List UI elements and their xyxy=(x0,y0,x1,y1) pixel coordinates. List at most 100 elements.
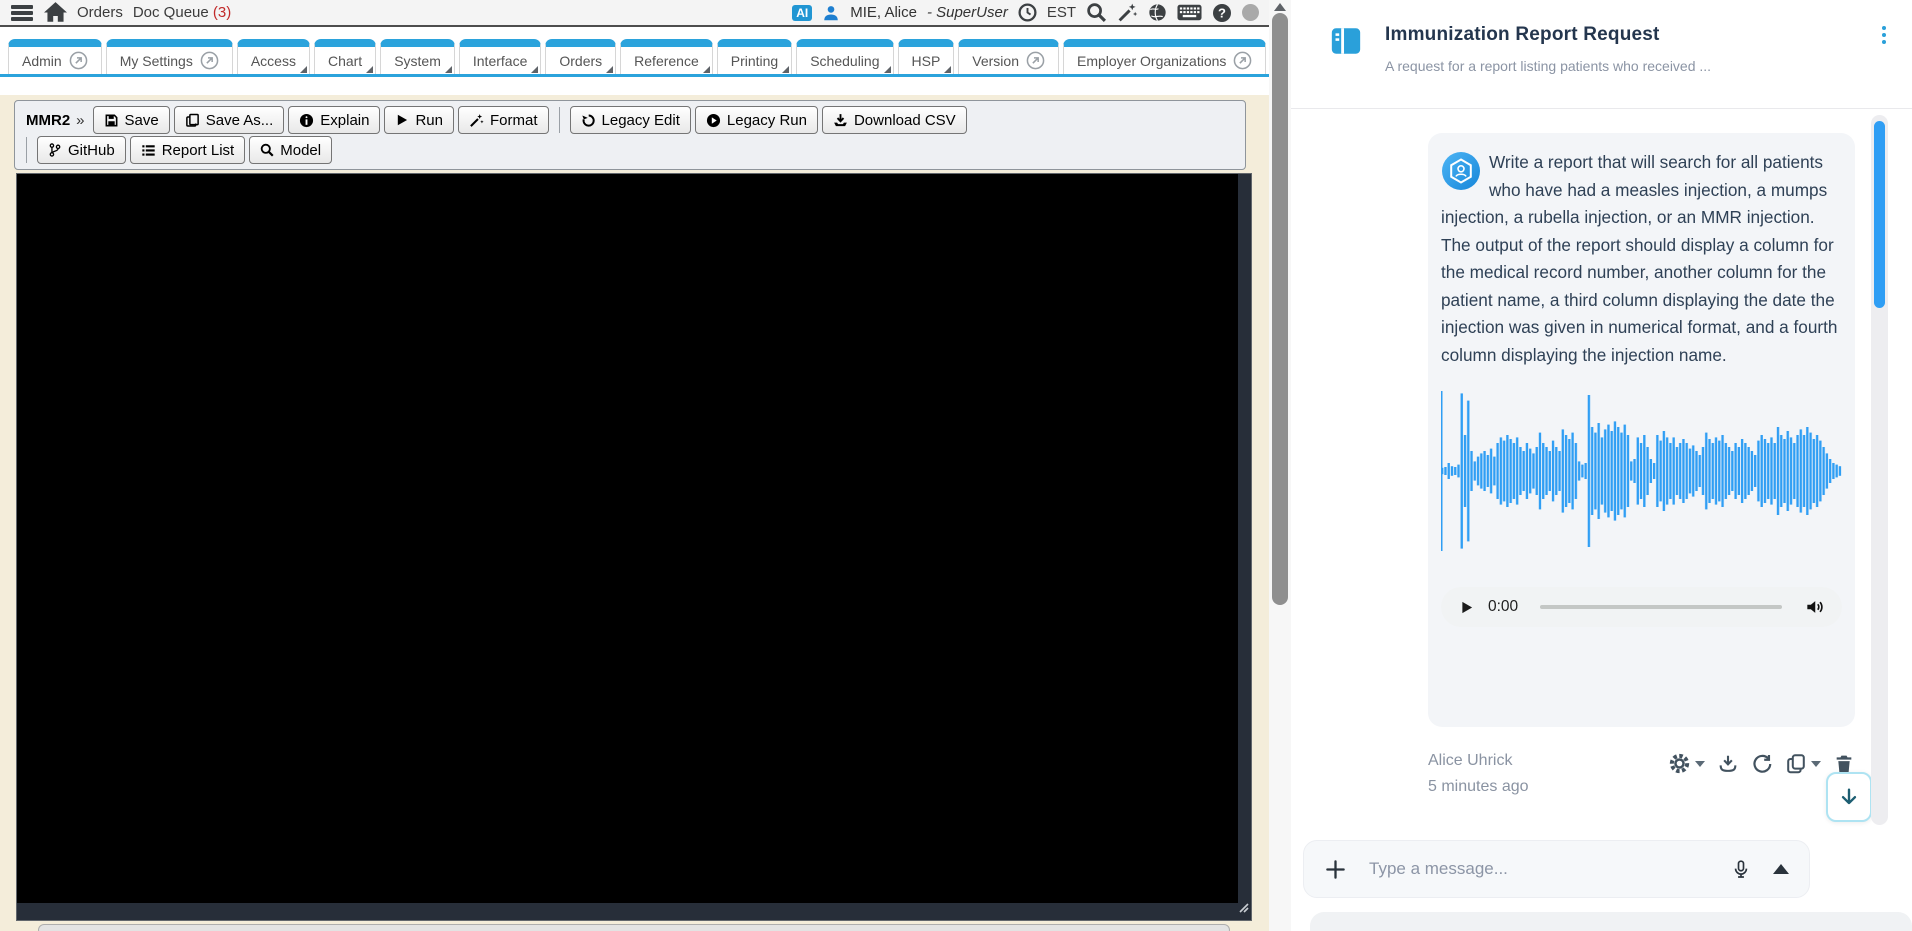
orders-link[interactable]: Orders xyxy=(77,4,123,21)
external-link-icon[interactable] xyxy=(200,51,219,70)
external-link-icon[interactable] xyxy=(1233,51,1252,70)
report-name[interactable]: MMR2» xyxy=(26,112,85,129)
save-as--button[interactable]: Save As... xyxy=(173,106,285,134)
editor-code-area[interactable] xyxy=(17,174,1238,903)
tab-label: Version xyxy=(972,52,1019,69)
legacy-run-button[interactable]: Legacy Run xyxy=(694,106,818,134)
audio-current-time: 0:00 xyxy=(1488,598,1519,615)
tab-label: Reference xyxy=(634,52,699,69)
scroll-to-bottom-button[interactable] xyxy=(1826,772,1872,822)
save-button[interactable]: Save xyxy=(92,106,170,134)
audio-player: 0:00 xyxy=(1441,587,1842,627)
tab-menu-corner-icon xyxy=(299,66,307,73)
wand-icon xyxy=(469,113,484,128)
editor-horizontal-scrollbar[interactable] xyxy=(38,924,1230,931)
settings-gear-button[interactable] xyxy=(1668,752,1705,775)
message-input[interactable]: Type a message... xyxy=(1303,840,1810,898)
message-timestamp: 5 minutes ago xyxy=(1428,778,1529,795)
globe-icon[interactable] xyxy=(1148,3,1167,22)
tab-label: System xyxy=(394,52,441,69)
tab-label: Chart xyxy=(327,52,363,69)
copy-button[interactable] xyxy=(1785,753,1821,775)
toolbar-separator xyxy=(558,107,560,133)
user-icon xyxy=(822,4,840,22)
wand-icon[interactable] xyxy=(1117,2,1138,23)
expand-caret-icon[interactable] xyxy=(1773,864,1789,874)
button-label: Legacy Edit xyxy=(601,111,680,129)
tab-orders[interactable]: Orders xyxy=(545,39,617,74)
toolbar-row-1: MMR2» Save Save As... Explain Run Format Lega… xyxy=(20,106,1240,134)
audio-waveform[interactable] xyxy=(1441,391,1842,551)
help-icon[interactable]: ? xyxy=(1212,3,1232,23)
tab-label: HSP xyxy=(911,52,941,69)
page-vertical-scrollbar[interactable] xyxy=(1269,0,1291,931)
gear-dropdown-caret-icon[interactable] xyxy=(1695,760,1705,767)
scrollbar-up-arrow-icon[interactable] xyxy=(1274,3,1286,11)
tab-menu-corner-icon xyxy=(883,66,891,73)
chevron-right-icon[interactable]: » xyxy=(76,112,84,129)
tab-interface[interactable]: Interface xyxy=(458,39,542,74)
button-label: Save xyxy=(124,111,159,129)
audio-seek-slider[interactable] xyxy=(1540,605,1782,609)
external-link-icon[interactable] xyxy=(1026,51,1045,70)
regenerate-button[interactable] xyxy=(1751,753,1773,775)
attach-plus-icon[interactable] xyxy=(1324,858,1347,881)
keyboard-icon[interactable] xyxy=(1177,4,1202,21)
tab-menu-corner-icon xyxy=(531,66,539,73)
download-audio-button[interactable] xyxy=(1717,753,1739,775)
tab-chart[interactable]: Chart xyxy=(313,39,377,74)
resize-grip-icon[interactable] xyxy=(1235,899,1249,918)
button-label: Format xyxy=(490,111,538,129)
github-button[interactable]: GitHub xyxy=(37,136,126,164)
format-button[interactable]: Format xyxy=(458,106,549,134)
chat-header: Immunization Report Request A request fo… xyxy=(1291,0,1912,109)
tab-scheduling[interactable]: Scheduling xyxy=(796,39,894,74)
model-button[interactable]: Model xyxy=(249,136,333,164)
button-label: Report List xyxy=(161,141,235,159)
explain-button[interactable]: Explain xyxy=(288,106,381,134)
doc-queue-count: (3) xyxy=(212,4,232,21)
audio-waveform-container[interactable] xyxy=(1441,391,1842,551)
tab-hsp[interactable]: HSP xyxy=(897,39,955,74)
play-circle-icon xyxy=(706,113,721,128)
tab-employer-organizations[interactable]: Employer Organizations xyxy=(1063,39,1267,74)
tab-printing[interactable]: Printing xyxy=(716,39,793,74)
microphone-icon[interactable] xyxy=(1731,859,1751,880)
tab-reference[interactable]: Reference xyxy=(620,39,713,74)
tab-access[interactable]: Access xyxy=(236,39,310,74)
timezone-label: EST xyxy=(1046,4,1076,21)
ai-badge[interactable]: AI xyxy=(792,4,813,21)
download-csv-button[interactable]: Download CSV xyxy=(821,106,967,134)
legacy-edit-button[interactable]: Legacy Edit xyxy=(569,106,691,134)
audio-play-button[interactable] xyxy=(1459,600,1474,615)
tab-admin[interactable]: Admin xyxy=(8,39,102,74)
search-icon xyxy=(260,143,274,157)
sql-editor[interactable] xyxy=(16,173,1252,921)
user-role: - SuperUser xyxy=(926,4,1008,21)
tab-label: Admin xyxy=(22,52,62,69)
chat-panel: Immunization Report Request A request fo… xyxy=(1291,0,1912,931)
tab-system[interactable]: System xyxy=(380,39,455,74)
copy-dropdown-caret-icon[interactable] xyxy=(1811,760,1821,767)
tab-my-settings[interactable]: My Settings xyxy=(105,39,233,74)
tab-label: Orders xyxy=(559,52,603,69)
tab-version[interactable]: Version xyxy=(958,39,1059,74)
info-icon xyxy=(299,113,314,128)
run-button[interactable]: Run xyxy=(384,106,454,134)
clock-icon[interactable] xyxy=(1018,3,1037,22)
sidebar-layout-icon[interactable] xyxy=(1329,24,1363,58)
hamburger-menu-icon[interactable] xyxy=(10,3,34,23)
top-bar: Orders Doc Queue (3) AI MIE, Alice - Sup… xyxy=(0,0,1269,27)
chat-scrollbar-thumb[interactable] xyxy=(1874,121,1885,308)
toolbar-separator xyxy=(26,137,27,163)
doc-queue-link[interactable]: Doc Queue (3) xyxy=(133,4,231,21)
user-name[interactable]: MIE, Alice xyxy=(850,4,917,21)
kebab-menu-icon[interactable] xyxy=(1882,26,1886,44)
external-link-icon[interactable] xyxy=(69,51,88,70)
scrollbar-thumb[interactable] xyxy=(1272,13,1288,605)
search-icon[interactable] xyxy=(1086,2,1107,23)
home-icon[interactable] xyxy=(44,2,67,23)
volume-icon[interactable] xyxy=(1804,597,1824,617)
tab-menu-corner-icon xyxy=(606,66,614,73)
report-list-button[interactable]: Report List xyxy=(129,136,246,164)
